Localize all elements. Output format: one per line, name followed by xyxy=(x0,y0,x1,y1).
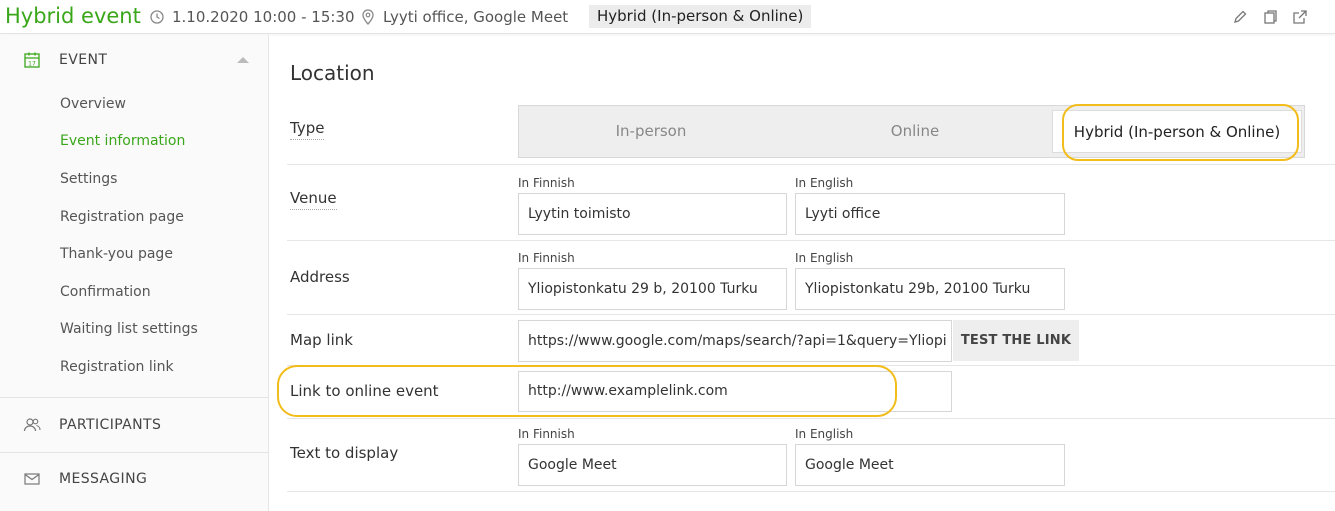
chevron-up-icon[interactable] xyxy=(237,57,249,63)
map-link-label: Map link xyxy=(290,331,353,349)
sidebar-item-thank-you-page[interactable]: Thank-you page xyxy=(60,246,173,262)
row-divider xyxy=(287,240,1335,241)
envelope-icon xyxy=(24,473,40,485)
location-text: Lyyti office, Google Meet xyxy=(383,8,569,26)
sidebar-section-event-label: EVENT xyxy=(59,52,108,68)
sidebar-item-settings[interactable]: Settings xyxy=(60,171,117,187)
venue-label: Venue xyxy=(290,189,337,210)
sidebar-section-event[interactable]: 17 EVENT xyxy=(0,40,269,80)
sidebar-item-waiting-list-settings[interactable]: Waiting list settings xyxy=(60,321,198,337)
sidebar-section-messaging-label: MESSAGING xyxy=(59,471,148,487)
sidebar: 17 EVENT Overview Event information Sett… xyxy=(0,35,269,511)
page-title: Location xyxy=(290,61,375,85)
datetime-text: 1.10.2020 10:00 - 15:30 xyxy=(172,8,355,26)
address-english-input[interactable]: Yliopistonkatu 29b, 20100 Turku xyxy=(795,268,1065,310)
event-datetime: 1.10.2020 10:00 - 15:30 xyxy=(150,8,355,26)
type-option-hybrid[interactable]: Hybrid (In-person & Online) xyxy=(1052,110,1302,153)
sidebar-item-event-information[interactable]: Event information xyxy=(60,133,185,149)
text-to-display-label: Text to display xyxy=(290,444,399,462)
display-finnish-input[interactable]: Google Meet xyxy=(518,444,787,486)
address-english-label: In English xyxy=(795,251,854,265)
type-option-in-person[interactable]: In-person xyxy=(519,106,783,157)
pencil-icon[interactable] xyxy=(1232,9,1248,25)
event-title: Hybrid event xyxy=(5,4,141,28)
display-finnish-label: In Finnish xyxy=(518,427,575,441)
venue-english-label: In English xyxy=(795,176,854,190)
row-divider xyxy=(287,365,1335,366)
copy-icon[interactable] xyxy=(1262,9,1278,25)
address-finnish-input[interactable]: Yliopistonkatu 29 b, 20100 Turku xyxy=(518,268,787,310)
main-content: Location Type In-person Online Hybrid (I… xyxy=(270,35,1335,511)
address-finnish-label: In Finnish xyxy=(518,251,575,265)
online-event-link-label: Link to online event xyxy=(290,382,439,400)
event-type-badge: Hybrid (In-person & Online) xyxy=(589,5,812,28)
address-label: Address xyxy=(290,268,350,286)
people-icon xyxy=(23,418,41,432)
test-the-link-button[interactable]: TEST THE LINK xyxy=(953,320,1079,361)
clock-icon xyxy=(150,10,164,24)
sidebar-divider xyxy=(0,452,269,453)
row-divider xyxy=(287,491,1335,492)
display-english-input[interactable]: Google Meet xyxy=(795,444,1065,486)
map-link-input[interactable]: https://www.google.com/maps/search/?api=… xyxy=(518,320,952,362)
venue-finnish-input[interactable]: Lyytin toimisto xyxy=(518,193,787,235)
row-divider xyxy=(287,418,1335,419)
svg-text:17: 17 xyxy=(28,61,36,68)
sidebar-divider xyxy=(0,397,269,398)
online-event-link-input[interactable]: http://www.examplelink.com xyxy=(518,371,952,412)
top-bar: Hybrid event 1.10.2020 10:00 - 15:30 Lyy… xyxy=(0,0,1335,34)
display-english-label: In English xyxy=(795,427,854,441)
venue-english-input[interactable]: Lyyti office xyxy=(795,193,1065,235)
location-pin-icon xyxy=(362,9,374,25)
sidebar-item-confirmation[interactable]: Confirmation xyxy=(60,284,151,300)
sidebar-item-registration-link[interactable]: Registration link xyxy=(60,359,174,375)
external-link-icon[interactable] xyxy=(1292,9,1308,25)
sidebar-section-participants[interactable]: PARTICIPANTS xyxy=(0,405,269,445)
sidebar-item-registration-page[interactable]: Registration page xyxy=(60,209,184,225)
row-divider xyxy=(287,314,1335,315)
type-label: Type xyxy=(290,119,325,140)
calendar-icon: 17 xyxy=(24,52,40,68)
event-location: Lyyti office, Google Meet xyxy=(361,8,568,26)
venue-finnish-label: In Finnish xyxy=(518,176,575,190)
type-segmented-control: In-person Online Hybrid (In-person & Onl… xyxy=(518,105,1305,158)
sidebar-section-messaging[interactable]: MESSAGING xyxy=(0,459,269,499)
type-option-online[interactable]: Online xyxy=(783,106,1047,157)
sidebar-section-participants-label: PARTICIPANTS xyxy=(59,417,162,433)
sidebar-item-overview[interactable]: Overview xyxy=(60,96,126,112)
row-divider xyxy=(287,164,1335,165)
